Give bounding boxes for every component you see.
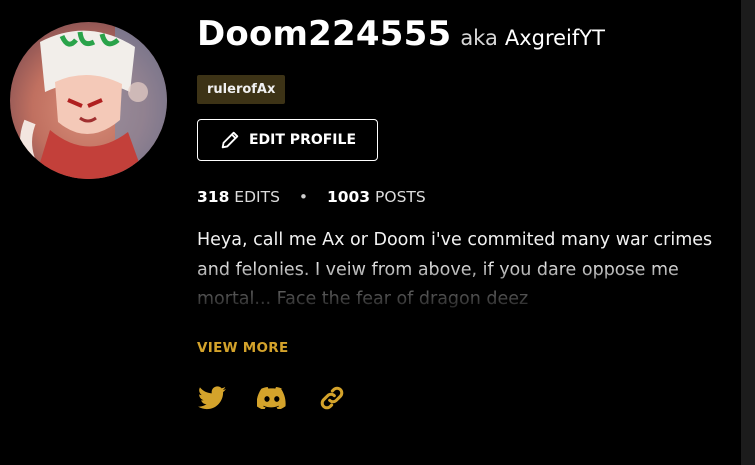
- edit-profile-button[interactable]: EDIT PROFILE: [197, 119, 378, 161]
- edit-profile-label: EDIT PROFILE: [248, 132, 357, 148]
- posts-count: 1003: [326, 188, 371, 206]
- link-icon[interactable]: [317, 383, 347, 413]
- profile-header: Doom224555 aka AxgreifYT: [197, 14, 605, 54]
- username: Doom224555: [197, 14, 452, 54]
- alias: AxgreifYT: [504, 26, 605, 50]
- edits-label: EDITS: [234, 188, 280, 206]
- twitter-icon[interactable]: [197, 383, 227, 413]
- discord-icon[interactable]: [257, 383, 287, 413]
- avatar: [10, 22, 167, 179]
- page-scroll-edge: [741, 0, 755, 465]
- pencil-icon: [219, 129, 241, 151]
- role-badge: rulerofAx: [197, 75, 286, 104]
- profile-stats: 318 EDITS • 1003 POSTS: [197, 188, 426, 206]
- stats-separator: •: [298, 188, 308, 206]
- posts-label: POSTS: [375, 188, 426, 206]
- aka-label: aka: [460, 26, 498, 50]
- social-links: [197, 383, 377, 413]
- bio-text: Heya, call me Ax or Doom i've commited m…: [197, 230, 713, 309]
- view-more-link[interactable]: VIEW MORE: [197, 340, 289, 356]
- edits-count: 318: [197, 188, 230, 206]
